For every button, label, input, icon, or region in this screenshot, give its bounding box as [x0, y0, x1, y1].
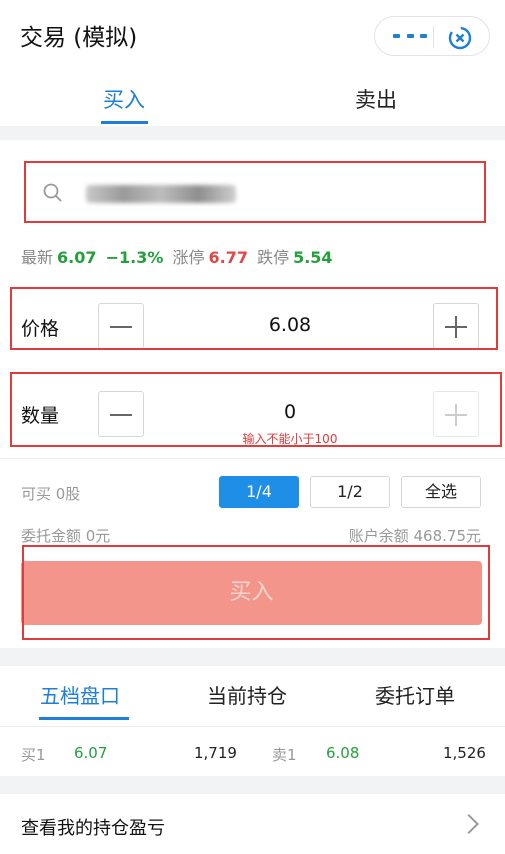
page-title: 交易 (模拟)	[20, 25, 138, 51]
more-dots-icon[interactable]	[393, 28, 427, 44]
divider	[0, 458, 505, 459]
bid1-volume: 1,719	[194, 744, 237, 762]
position-pnl-link-text: 查看我的持仓盈亏	[21, 818, 165, 839]
section-gap	[0, 776, 505, 794]
tab-sell[interactable]: 卖出	[355, 84, 397, 114]
tab-buy[interactable]: 买入	[103, 84, 145, 114]
position-pnl-link[interactable]: 查看我的持仓盈亏	[0, 794, 505, 854]
ratio-all-button[interactable]: 全选	[401, 476, 481, 508]
divider	[0, 726, 505, 727]
trade-tabs: 买入 卖出	[0, 70, 505, 126]
tab-positions[interactable]: 当前持仓	[207, 680, 287, 709]
highlight-box-search	[24, 161, 486, 223]
ask1-price: 6.08	[326, 744, 360, 762]
account-balance: 账户余额 468.75元	[348, 527, 481, 545]
entrust-amount: 委托金额 0元	[21, 527, 111, 545]
limit-up-price: 6.77	[208, 248, 248, 267]
ratio-quarter-button[interactable]: 1/4	[219, 476, 299, 508]
ask1-label: 卖1	[272, 746, 297, 764]
highlight-box-quantity	[10, 372, 502, 447]
section-gap	[0, 648, 505, 666]
tab-orders[interactable]: 委托订单	[375, 680, 455, 709]
available-shares: 可买 0股	[21, 485, 81, 503]
mini-program-close-icon[interactable]	[447, 25, 473, 51]
tab-order-book[interactable]: 五档盘口	[40, 680, 120, 709]
ask1-volume: 1,526	[443, 744, 486, 762]
limit-up-label: 涨停	[172, 248, 205, 267]
latest-label: 最新	[21, 248, 54, 267]
price-change: −1.3%	[105, 248, 164, 267]
chevron-right-icon	[459, 814, 479, 834]
mini-program-capsule	[374, 16, 490, 56]
highlight-box-buy	[22, 545, 490, 640]
highlight-box-price	[10, 287, 498, 350]
limit-down-price: 5.54	[293, 248, 333, 267]
capsule-divider	[433, 26, 434, 48]
bid1-label: 买1	[21, 746, 46, 764]
section-gap	[0, 126, 505, 140]
market-tab-active-indicator	[39, 717, 129, 720]
tab-active-indicator	[101, 121, 148, 124]
limit-down-label: 跌停	[257, 248, 290, 267]
bid1-price: 6.07	[74, 744, 108, 762]
ratio-half-button[interactable]: 1/2	[310, 476, 390, 508]
latest-price: 6.07	[57, 248, 97, 267]
market-tabs: 五档盘口 当前持仓 委托订单	[0, 666, 505, 726]
title-bar: 交易 (模拟)	[0, 0, 505, 70]
quote-line: 最新 6.07 −1.3% 涨停 6.77 跌停 5.54	[21, 244, 337, 268]
